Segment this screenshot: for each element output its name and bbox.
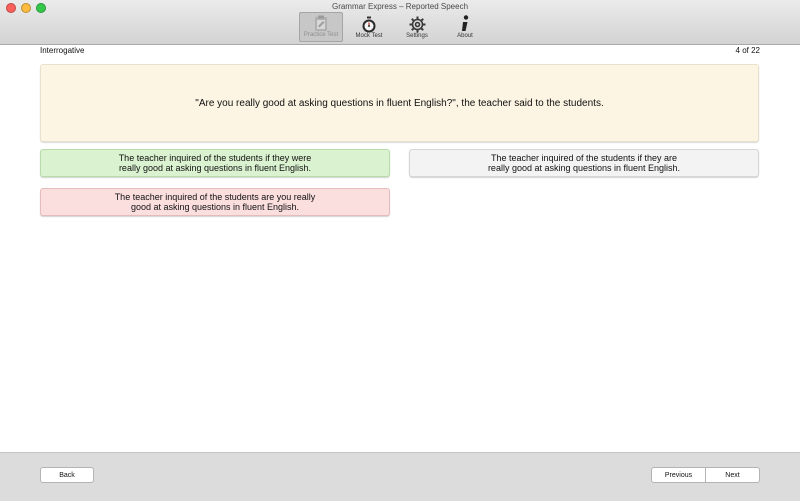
next-button[interactable]: Next [705,467,760,483]
answer-option-text: The teacher inquired of the students if … [118,153,312,173]
question-card: "Are you really good at asking questions… [40,64,759,142]
question-counter: 4 of 22 [735,46,760,55]
answer-option-wrong[interactable]: The teacher inquired of the students are… [40,188,390,216]
toolbar-settings[interactable]: Settings [395,12,439,42]
stopwatch-icon [361,15,377,33]
question-text: "Are you really good at asking questions… [195,97,604,109]
answer-option-text: The teacher inquired of the students are… [114,192,316,212]
title-bar: Grammar Express – Reported Speech Practi… [0,0,800,45]
toolbar-label: Mock Test [355,33,383,39]
answer-option-text: The teacher inquired of the students if … [487,153,681,173]
back-button[interactable]: Back [40,467,94,483]
previous-button[interactable]: Previous [651,467,706,483]
clipboard-icon [314,14,328,32]
toolbar-label: Practice Test [303,32,339,38]
window-title: Grammar Express – Reported Speech [331,2,469,11]
toolbar: Practice Test Mock Test Settings About [299,12,491,42]
toolbar-label: About [457,33,473,39]
gear-icon [409,15,426,33]
toolbar-mock-test[interactable]: Mock Test [347,12,391,42]
answer-option-correct[interactable]: The teacher inquired of the students if … [40,149,390,177]
question-category: Interrogative [40,46,85,55]
toolbar-label: Settings [406,33,428,39]
toolbar-about[interactable]: About [443,12,487,42]
toolbar-practice-test[interactable]: Practice Test [299,12,343,42]
bottom-bar: Back Previous Next [0,452,800,501]
info-icon [460,15,470,33]
answer-option[interactable]: The teacher inquired of the students if … [409,149,759,177]
